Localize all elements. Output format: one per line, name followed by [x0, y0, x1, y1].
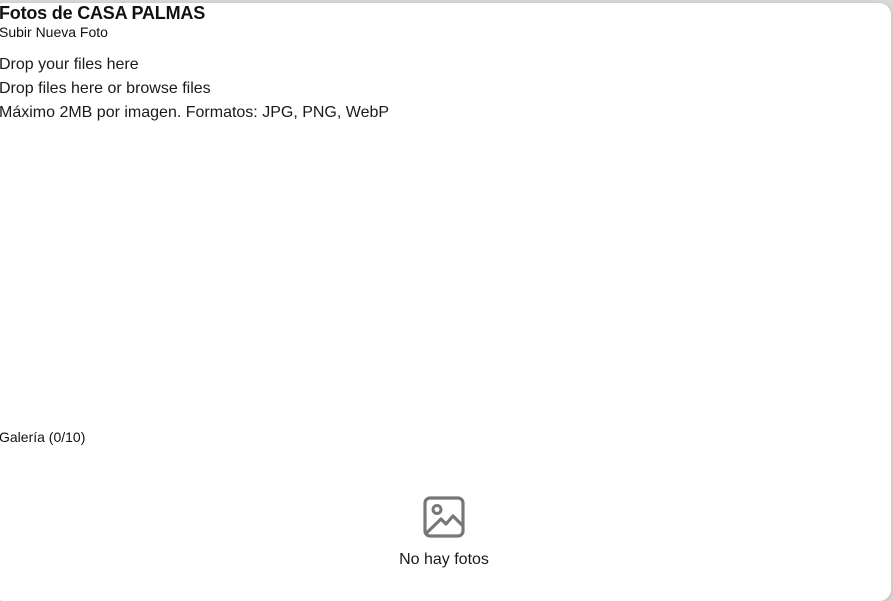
image-icon — [422, 495, 466, 539]
dialog-title: Fotos de CASA PALMAS — [0, 3, 205, 23]
photos-dialog: Fotos de CASA PALMAS Subir Nueva Foto Dr… — [0, 3, 891, 601]
file-dropzone[interactable]: Drop your files here Drop files here or … — [0, 56, 599, 136]
gallery-empty-state: No hay fotos — [0, 495, 891, 569]
browse-files-link[interactable]: Drop files here or browse files — [0, 80, 211, 98]
gallery-title: Galería (0/10) — [0, 429, 86, 445]
upload-hint: Máximo 2MB por imagen. Formatos: JPG, PN… — [0, 104, 390, 121]
empty-gallery-text: No hay fotos — [399, 551, 489, 568]
upload-section-title: Subir Nueva Foto — [0, 24, 108, 40]
dropzone-label: Drop your files here — [0, 56, 139, 73]
